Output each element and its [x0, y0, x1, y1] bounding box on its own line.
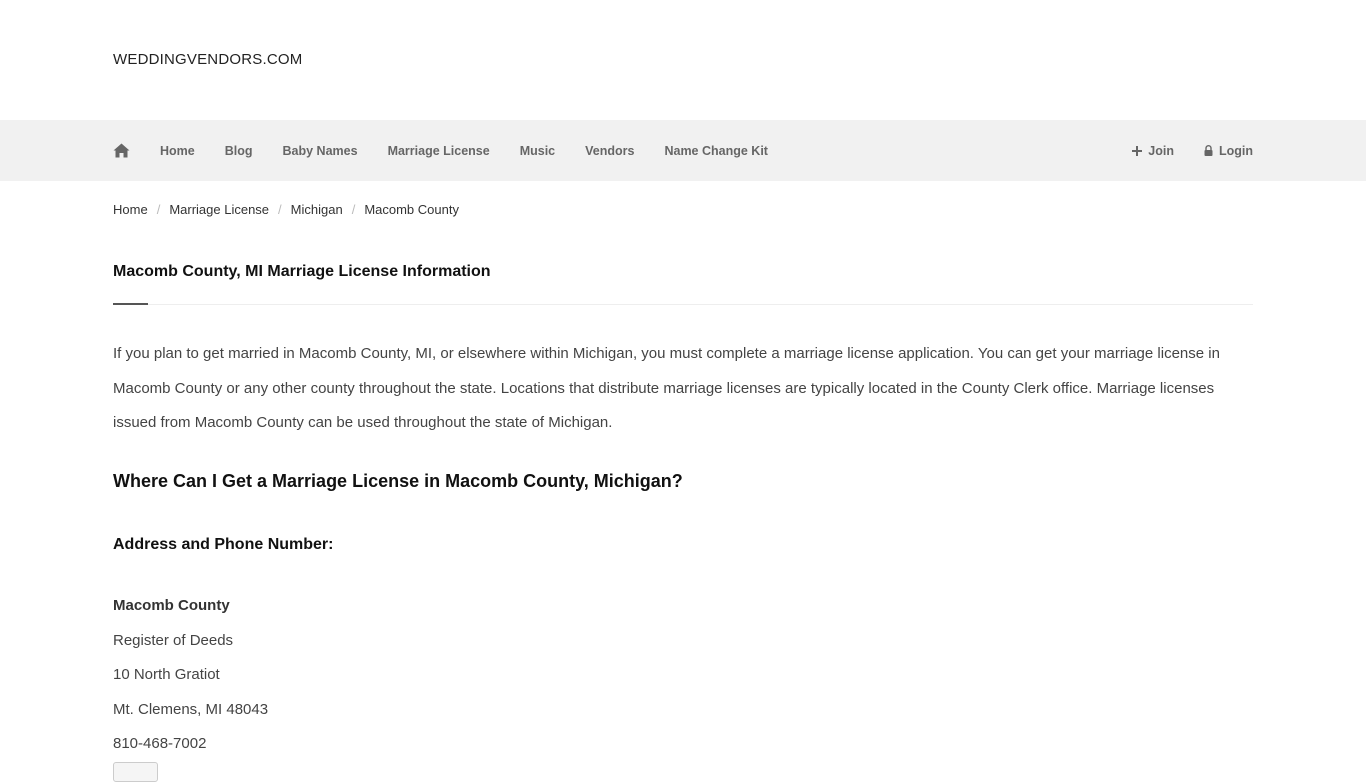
nav-name-change-kit[interactable]: Name Change Kit [664, 144, 768, 158]
breadcrumb-current: Macomb County [364, 202, 459, 217]
where-heading: Where Can I Get a Marriage License in Ma… [113, 471, 683, 491]
nav-inner: Home Blog Baby Names Marriage License Mu… [113, 120, 1253, 181]
title-divider [113, 304, 1253, 305]
login-link[interactable]: Login [1204, 144, 1253, 158]
address-heading: Address and Phone Number: [113, 536, 334, 553]
title-accent-bar [113, 303, 148, 305]
breadcrumb-separator: / [278, 202, 282, 217]
site-header: WEDDINGVENDORS.COM [0, 0, 1366, 120]
breadcrumb-separator: / [351, 202, 356, 217]
breadcrumb: Home / Marriage License / Michigan / Mac… [113, 202, 459, 217]
office-department: Register of Deeds [113, 632, 234, 649]
site-logo[interactable]: WEDDINGVENDORS.COM [113, 51, 302, 68]
nav-blog[interactable]: Blog [225, 144, 253, 158]
breadcrumb-michigan[interactable]: Michigan [291, 202, 343, 217]
nav-home[interactable]: Home [160, 144, 195, 158]
nav-music[interactable]: Music [520, 144, 555, 158]
nav-vendors[interactable]: Vendors [585, 144, 634, 158]
office-name: Macomb County [113, 597, 230, 614]
nav-marriage-license[interactable]: Marriage License [388, 144, 490, 158]
office-street: 10 North Gratiot [113, 666, 220, 683]
nav-baby-names[interactable]: Baby Names [283, 144, 358, 158]
breadcrumb-separator: / [156, 202, 161, 217]
office-city: Mt. Clemens, MI 48043 [113, 701, 269, 718]
login-label: Login [1218, 143, 1253, 158]
intro-paragraph: If you plan to get married in Macomb Cou… [113, 345, 1220, 431]
join-label: Join [1148, 143, 1174, 158]
plus-icon [1132, 145, 1143, 156]
join-link[interactable]: Join [1132, 144, 1174, 158]
office-phone: 810-468-7002 [113, 735, 207, 752]
nav-account: Join Login [1102, 144, 1253, 158]
lock-icon [1204, 145, 1213, 156]
breadcrumb-home[interactable]: Home [113, 202, 148, 217]
breadcrumb-marriage-license[interactable]: Marriage License [169, 202, 269, 217]
partial-button[interactable] [113, 762, 158, 782]
home-icon[interactable] [113, 143, 130, 158]
main-navbar: Home Blog Baby Names Marriage License Mu… [0, 120, 1366, 181]
page-title: Macomb County, MI Marriage License Infor… [113, 263, 491, 280]
